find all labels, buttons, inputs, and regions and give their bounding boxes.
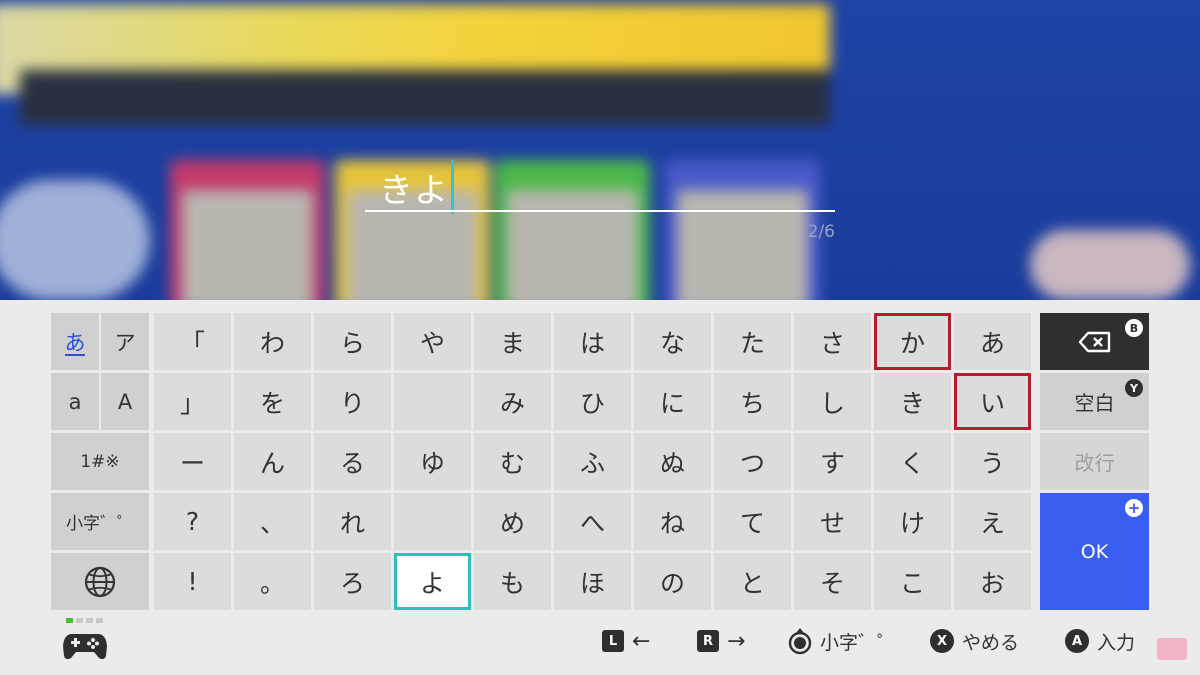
kana-key-highlighted[interactable]: い (954, 373, 1031, 430)
mode-upper-alpha-key[interactable]: A (101, 373, 149, 430)
kana-key[interactable]: へ (554, 493, 631, 550)
kana-key[interactable]: そ (794, 553, 871, 610)
kana-key[interactable]: ゆ (394, 433, 471, 490)
empty-key (394, 373, 471, 430)
kana-key[interactable]: こ (874, 553, 951, 610)
hint-small-kana: 小字゛゜ (788, 628, 897, 655)
plus-button-badge: + (1125, 499, 1143, 517)
kana-key[interactable]: ん (234, 433, 311, 490)
kana-key[interactable]: つ (714, 433, 791, 490)
backspace-key[interactable]: B (1040, 313, 1149, 370)
newline-key: 改行 (1040, 433, 1149, 490)
footer-hints: L ← R → 小字゛゜ X やめる A 入力 (0, 610, 1200, 675)
kana-key[interactable]: け (874, 493, 951, 550)
kana-key[interactable]: お (954, 553, 1031, 610)
kana-key[interactable]: あ (954, 313, 1031, 370)
y-button-badge: Y (1125, 379, 1143, 397)
input-text-wrapper: きよ (379, 160, 454, 214)
kana-key[interactable]: と (714, 553, 791, 610)
cat-watermark-icon (1157, 638, 1187, 660)
hint-cursor-right: R → (697, 628, 745, 654)
mode-katakana-key[interactable]: ア (101, 313, 149, 370)
kana-key[interactable]: ね (634, 493, 711, 550)
kana-key[interactable]: り (314, 373, 391, 430)
kana-key[interactable]: や (394, 313, 471, 370)
kana-key[interactable]: れ (314, 493, 391, 550)
space-key[interactable]: 空白 Y (1040, 373, 1149, 430)
hint-input-label: 入力 (1097, 631, 1136, 654)
kana-key[interactable]: え (954, 493, 1031, 550)
kana-key[interactable]: ち (714, 373, 791, 430)
kana-key[interactable]: く (874, 433, 951, 490)
hint-cancel-label: やめる (962, 631, 1020, 654)
kana-key[interactable]: め (474, 493, 551, 550)
empty-key (394, 493, 471, 550)
kana-key[interactable]: ー (154, 433, 231, 490)
kana-key[interactable]: せ (794, 493, 871, 550)
kana-key[interactable]: ほ (554, 553, 631, 610)
kana-key[interactable]: き (874, 373, 951, 430)
kana-key[interactable]: 、 (234, 493, 311, 550)
player-indicator (66, 618, 103, 623)
ok-key-label: OK (1080, 540, 1109, 563)
left-stick-icon (788, 628, 812, 655)
kana-key[interactable]: 。 (234, 553, 311, 610)
r-button-icon: R (697, 630, 719, 652)
kana-key[interactable]: ぬ (634, 433, 711, 490)
mode-symbols-key[interactable]: 1#※ (51, 433, 149, 490)
small-dakuten-key[interactable]: 小字゛゜ (51, 493, 149, 550)
hint-cursor-left: L ← (602, 628, 650, 654)
kana-key[interactable]: ! (154, 553, 231, 610)
kana-key[interactable]: う (954, 433, 1031, 490)
kana-key[interactable]: 」 (154, 373, 231, 430)
kana-key-highlighted[interactable]: か (874, 313, 951, 370)
kana-key[interactable]: さ (794, 313, 871, 370)
kana-key[interactable]: ま (474, 313, 551, 370)
kana-key[interactable]: す (794, 433, 871, 490)
ok-key[interactable]: OK + (1040, 493, 1149, 610)
mode-hiragana-key[interactable]: あ (51, 313, 99, 370)
kana-key[interactable]: を (234, 373, 311, 430)
text-input-field[interactable]: きよ 2/6 (365, 150, 835, 245)
kana-key[interactable]: に (634, 373, 711, 430)
kana-key[interactable]: ふ (554, 433, 631, 490)
text-caret (451, 160, 454, 214)
kana-key-selected[interactable]: よ (394, 553, 471, 610)
character-counter: 2/6 (807, 222, 835, 242)
mode-lower-alpha-key[interactable]: a (51, 373, 99, 430)
kana-key[interactable]: も (474, 553, 551, 610)
input-underline (365, 210, 835, 212)
kana-key[interactable]: み (474, 373, 551, 430)
controller-icon (63, 634, 107, 660)
input-text: きよ (379, 170, 449, 211)
l-button-icon: L (602, 630, 624, 652)
kana-key[interactable]: て (714, 493, 791, 550)
language-globe-key[interactable] (51, 553, 149, 610)
a-button-icon: A (1065, 629, 1089, 653)
kana-key[interactable]: る (314, 433, 391, 490)
space-key-label: 空白 (1074, 391, 1115, 415)
kana-key[interactable]: ? (154, 493, 231, 550)
left-arrow-icon: ← (632, 628, 651, 654)
globe-icon (84, 566, 116, 597)
hint-input: A 入力 (1065, 628, 1135, 654)
b-button-badge: B (1125, 319, 1143, 337)
kana-key[interactable]: わ (234, 313, 311, 370)
kana-key[interactable]: む (474, 433, 551, 490)
kana-key[interactable]: な (634, 313, 711, 370)
kana-key[interactable]: 「 (154, 313, 231, 370)
kana-key[interactable]: ろ (314, 553, 391, 610)
right-arrow-icon: → (727, 628, 746, 654)
kana-key[interactable]: し (794, 373, 871, 430)
hint-cancel: X やめる (930, 628, 1019, 654)
kana-key[interactable]: た (714, 313, 791, 370)
backspace-icon (1078, 331, 1110, 352)
kana-key[interactable]: ひ (554, 373, 631, 430)
kana-key[interactable]: は (554, 313, 631, 370)
kana-key[interactable]: ら (314, 313, 391, 370)
kana-key[interactable]: の (634, 553, 711, 610)
hint-small-kana-label: 小字゛゜ (820, 631, 897, 654)
x-button-icon: X (930, 629, 954, 653)
